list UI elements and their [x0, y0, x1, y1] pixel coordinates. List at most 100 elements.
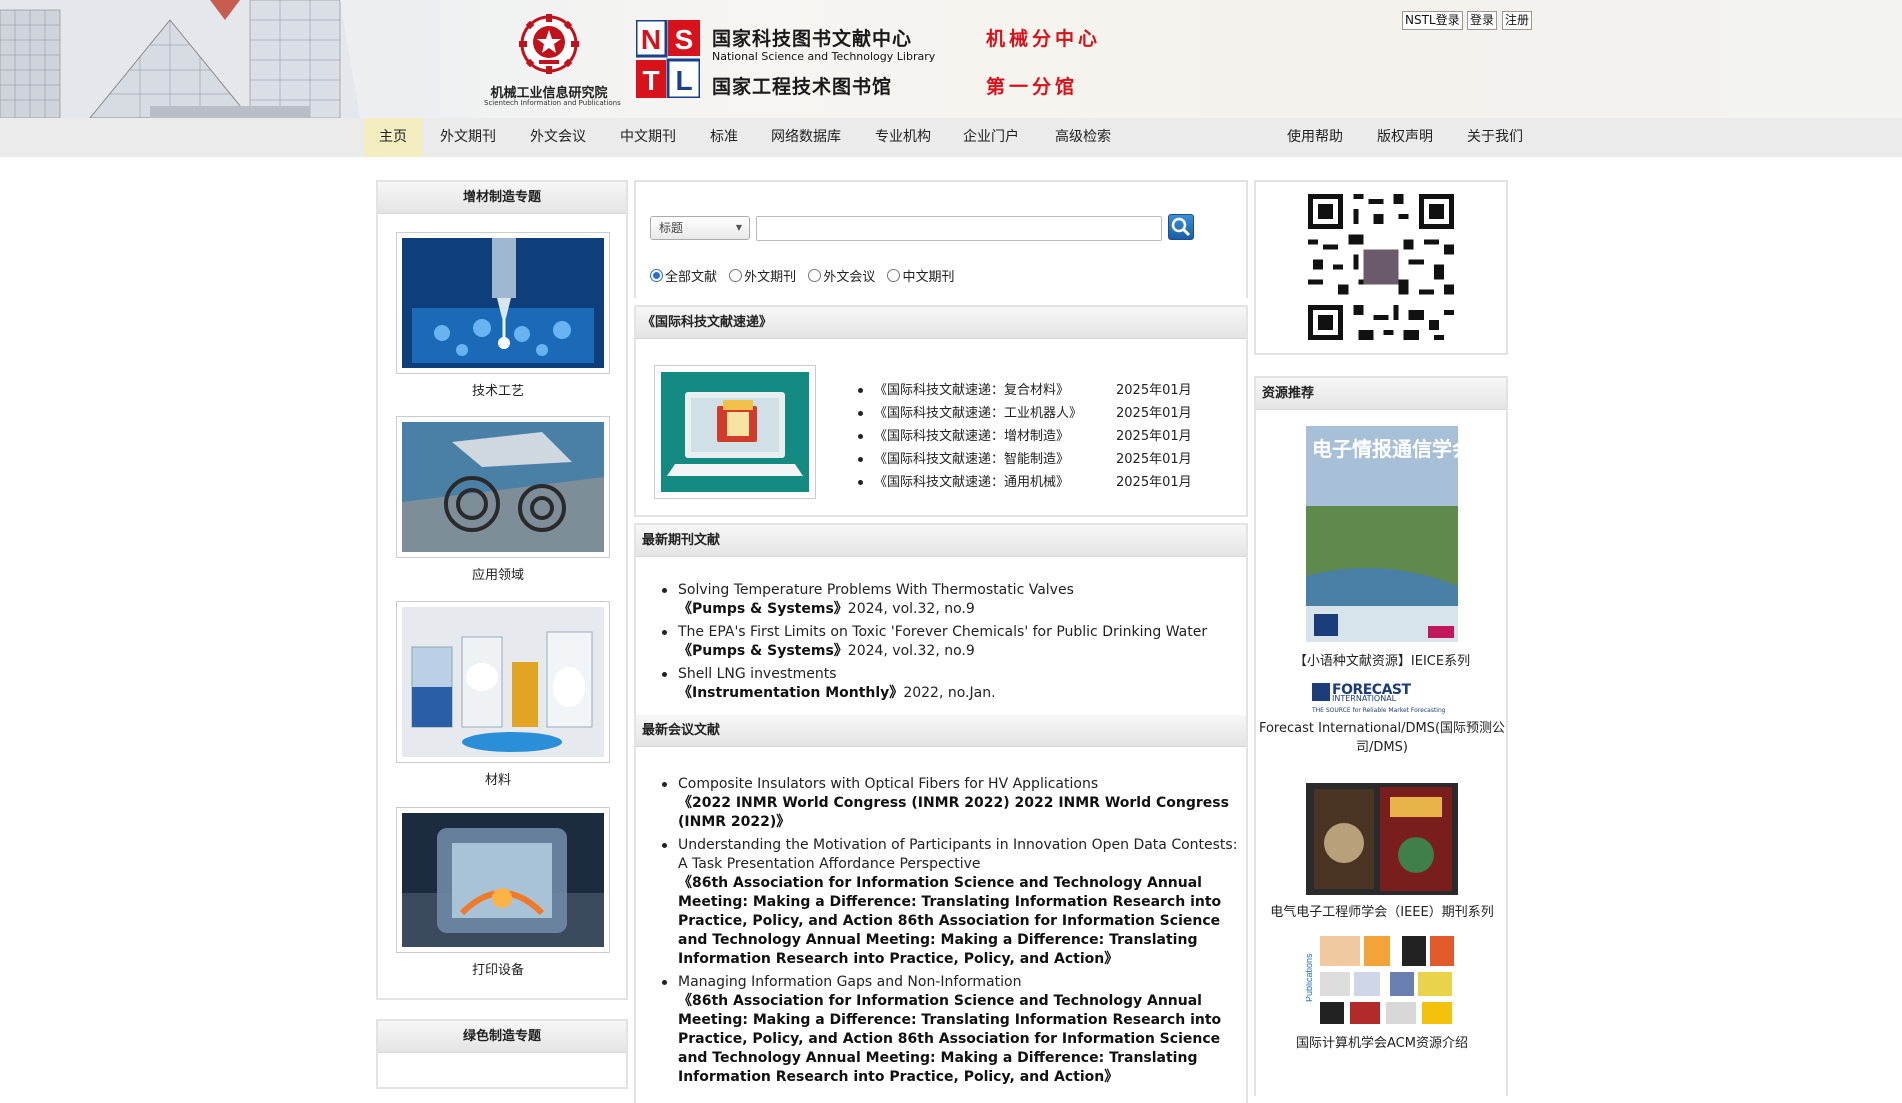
nstl-english-title: National Science and Technology Library	[712, 50, 936, 63]
building-sketch-image	[0, 0, 440, 118]
topic-caption: 材料	[484, 773, 511, 788]
search-button[interactable]	[1168, 214, 1194, 240]
scope-all[interactable]: 全部文献	[650, 266, 717, 285]
qr-panel	[1254, 180, 1508, 355]
forecast-logo: FORECAST INTERNATIONAL THE SOURCE for Re…	[1312, 682, 1446, 714]
topic-caption: 应用领域	[471, 568, 524, 583]
article-link[interactable]: Managing Information Gaps and Non-Inform…	[678, 974, 1021, 990]
nstl-letter-n: N	[641, 24, 661, 55]
site-header: 机械工业信息研究院 Scientech Information and Publ…	[0, 0, 1902, 118]
topic-applications[interactable]: 应用领域	[396, 416, 610, 583]
login-button[interactable]: 登录	[1467, 11, 1498, 30]
resource-acm[interactable]: Publications 国际计算机学会ACM资源介绍	[1258, 932, 1506, 1053]
topic-process[interactable]: 技术工艺	[396, 232, 610, 399]
scope-foreign-conferences[interactable]: 外文会议	[808, 266, 875, 285]
topic-printers[interactable]: 打印设备	[396, 807, 610, 978]
scope-foreign-journals[interactable]: 外文期刊	[729, 266, 796, 285]
topic-materials[interactable]: 材料	[396, 601, 610, 788]
journal-item: The EPA's First Limits on Toxic 'Forever…	[662, 623, 1244, 661]
search-input[interactable]	[756, 216, 1162, 241]
nstl-login-button[interactable]: NSTL登录	[1402, 11, 1463, 30]
journals-title: 最新期刊文献	[636, 525, 1246, 557]
search-icon	[1171, 217, 1191, 237]
radio-icon	[808, 269, 822, 282]
radio-checked-icon	[650, 269, 663, 282]
svg-text:Publications: Publications	[1306, 953, 1314, 1002]
ieice-magazine-cover: 电子情报通信学会誌	[1306, 426, 1492, 642]
process-image	[402, 238, 604, 368]
resources-title: 资源推荐	[1256, 378, 1506, 410]
nav-standards[interactable]: 标准	[706, 118, 742, 157]
journal-item: Shell LNG investments 《Instrumentation M…	[662, 665, 1244, 703]
laptop-folder-icon	[661, 372, 809, 492]
digest-item[interactable]: 《国际科技文献速递：增材制造》 2025年01月	[858, 427, 1234, 450]
digest-panel: 《国际科技文献速递》 《国际科技文献速递：复合材料》 2025年01月 《国际科技…	[634, 305, 1248, 517]
applications-image	[402, 422, 604, 552]
resource-ieice[interactable]: 电子情报通信学会誌 【小语种文献资源】IEICE系列	[1258, 426, 1506, 671]
green-manufacturing-panel: 绿色制造专题	[376, 1019, 628, 1089]
topic-caption: 技术工艺	[471, 384, 524, 399]
nav-foreign-conferences[interactable]: 外文会议	[526, 118, 590, 157]
article-link[interactable]: Understanding the Motivation of Particip…	[678, 837, 1237, 872]
scope-chinese-journals[interactable]: 中文期刊	[887, 266, 954, 285]
nstl-subtitle: 国家工程技术图书馆	[712, 76, 893, 98]
radio-icon	[887, 269, 901, 282]
panel-title: 增材制造专题	[378, 182, 626, 214]
nav-about-us[interactable]: 关于我们	[1462, 118, 1528, 157]
acm-publications-image: Publications	[1304, 932, 1458, 1028]
qr-code-icon[interactable]	[1308, 194, 1454, 340]
nstl-letter-s: S	[675, 24, 694, 55]
conference-item: Understanding the Motivation of Particip…	[662, 836, 1244, 969]
nav-copyright[interactable]: 版权声明	[1372, 118, 1438, 157]
article-link[interactable]: Shell LNG investments	[678, 666, 837, 682]
article-link[interactable]: Solving Temperature Problems With Thermo…	[678, 582, 1074, 598]
digest-item[interactable]: 《国际科技文献速递：复合材料》 2025年01月	[858, 381, 1234, 404]
nav-online-databases[interactable]: 网络数据库	[766, 118, 846, 157]
nstl-logo-icon[interactable]: N S T L	[636, 20, 700, 98]
radio-icon	[729, 269, 743, 282]
conference-list: Composite Insulators with Optical Fibers…	[662, 775, 1244, 1091]
resources-panel: 资源推荐 电子情报通信学会誌 【小语种文献资源】IEICE系列 FORECAST…	[1254, 376, 1508, 1096]
latest-literature-panel: 最新期刊文献 Solving Temperature Problems With…	[634, 523, 1248, 1103]
resource-ieee[interactable]: 电气电子工程师学会（IEEE）期刊系列	[1258, 783, 1506, 922]
digest-item[interactable]: 《国际科技文献速递：智能制造》 2025年01月	[858, 450, 1234, 473]
panel-title: 绿色制造专题	[378, 1021, 626, 1053]
digest-item[interactable]: 《国际科技文献速递：通用机械》 2025年01月	[858, 473, 1234, 496]
conference-item: Managing Information Gaps and Non-Inform…	[662, 973, 1244, 1087]
search-type-select[interactable]: 标题 ▼	[650, 216, 750, 240]
nav-home[interactable]: 主页	[364, 118, 422, 157]
forecast-logo-icon	[1312, 683, 1330, 701]
article-link[interactable]: Composite Insulators with Optical Fibers…	[678, 776, 1098, 792]
gear-star-emblem-icon	[519, 14, 579, 74]
nav-enterprise-portal[interactable]: 企业门户	[958, 118, 1024, 157]
svg-text:电子情报通信学会誌: 电子情报通信学会誌	[1312, 437, 1458, 461]
digest-item[interactable]: 《国际科技文献速递：工业机器人》 2025年01月	[858, 404, 1234, 427]
nstl-title: 国家科技图书文献中心	[712, 28, 913, 50]
branch-library-title: 第一分馆	[986, 76, 1079, 98]
journal-list: Solving Temperature Problems With Thermo…	[662, 581, 1244, 707]
cmi-logo[interactable]: 机械工业信息研究院 Scientech Information and Publ…	[484, 14, 621, 110]
nav-foreign-journals[interactable]: 外文期刊	[436, 118, 500, 157]
register-button[interactable]: 注册	[1502, 11, 1533, 30]
nav-chinese-journals[interactable]: 中文期刊	[616, 118, 680, 157]
digest-title: 《国际科技文献速递》	[636, 307, 1246, 339]
materials-image	[402, 607, 604, 757]
additive-manufacturing-panel: 增材制造专题 技术工艺 应用领域 材料 打印设备	[376, 180, 628, 1000]
dropdown-arrow-icon: ▼	[735, 223, 742, 232]
nstl-letter-l: L	[675, 65, 692, 96]
search-scope-group: 全部文献 外文期刊 外文会议 中文期刊	[650, 266, 962, 286]
nav-advanced-search[interactable]: 高级检索	[1050, 118, 1116, 157]
digest-image[interactable]	[654, 365, 816, 499]
nav-help[interactable]: 使用帮助	[1282, 118, 1348, 157]
conferences-title: 最新会议文献	[636, 715, 1246, 747]
digest-list: 《国际科技文献速递：复合材料》 2025年01月 《国际科技文献速递：工业机器人》…	[858, 381, 1234, 496]
cmi-english-name: Scientech Information and Publications	[484, 99, 621, 107]
resource-forecast[interactable]: FORECAST INTERNATIONAL THE SOURCE for Re…	[1258, 682, 1506, 757]
search-panel: 标题 ▼ 全部文献 外文期刊 外文会议 中文期刊	[634, 180, 1248, 298]
conference-item: Composite Insulators with Optical Fibers…	[662, 775, 1244, 832]
article-link[interactable]: The EPA's First Limits on Toxic 'Forever…	[678, 624, 1207, 640]
main-nav: 主页 外文期刊 外文会议 中文期刊 标准 网络数据库 专业机构 企业门户 高级检…	[0, 118, 1902, 157]
printer-image	[402, 813, 604, 947]
nav-institutions[interactable]: 专业机构	[870, 118, 936, 157]
branch-center-title: 机械分中心	[986, 28, 1102, 50]
